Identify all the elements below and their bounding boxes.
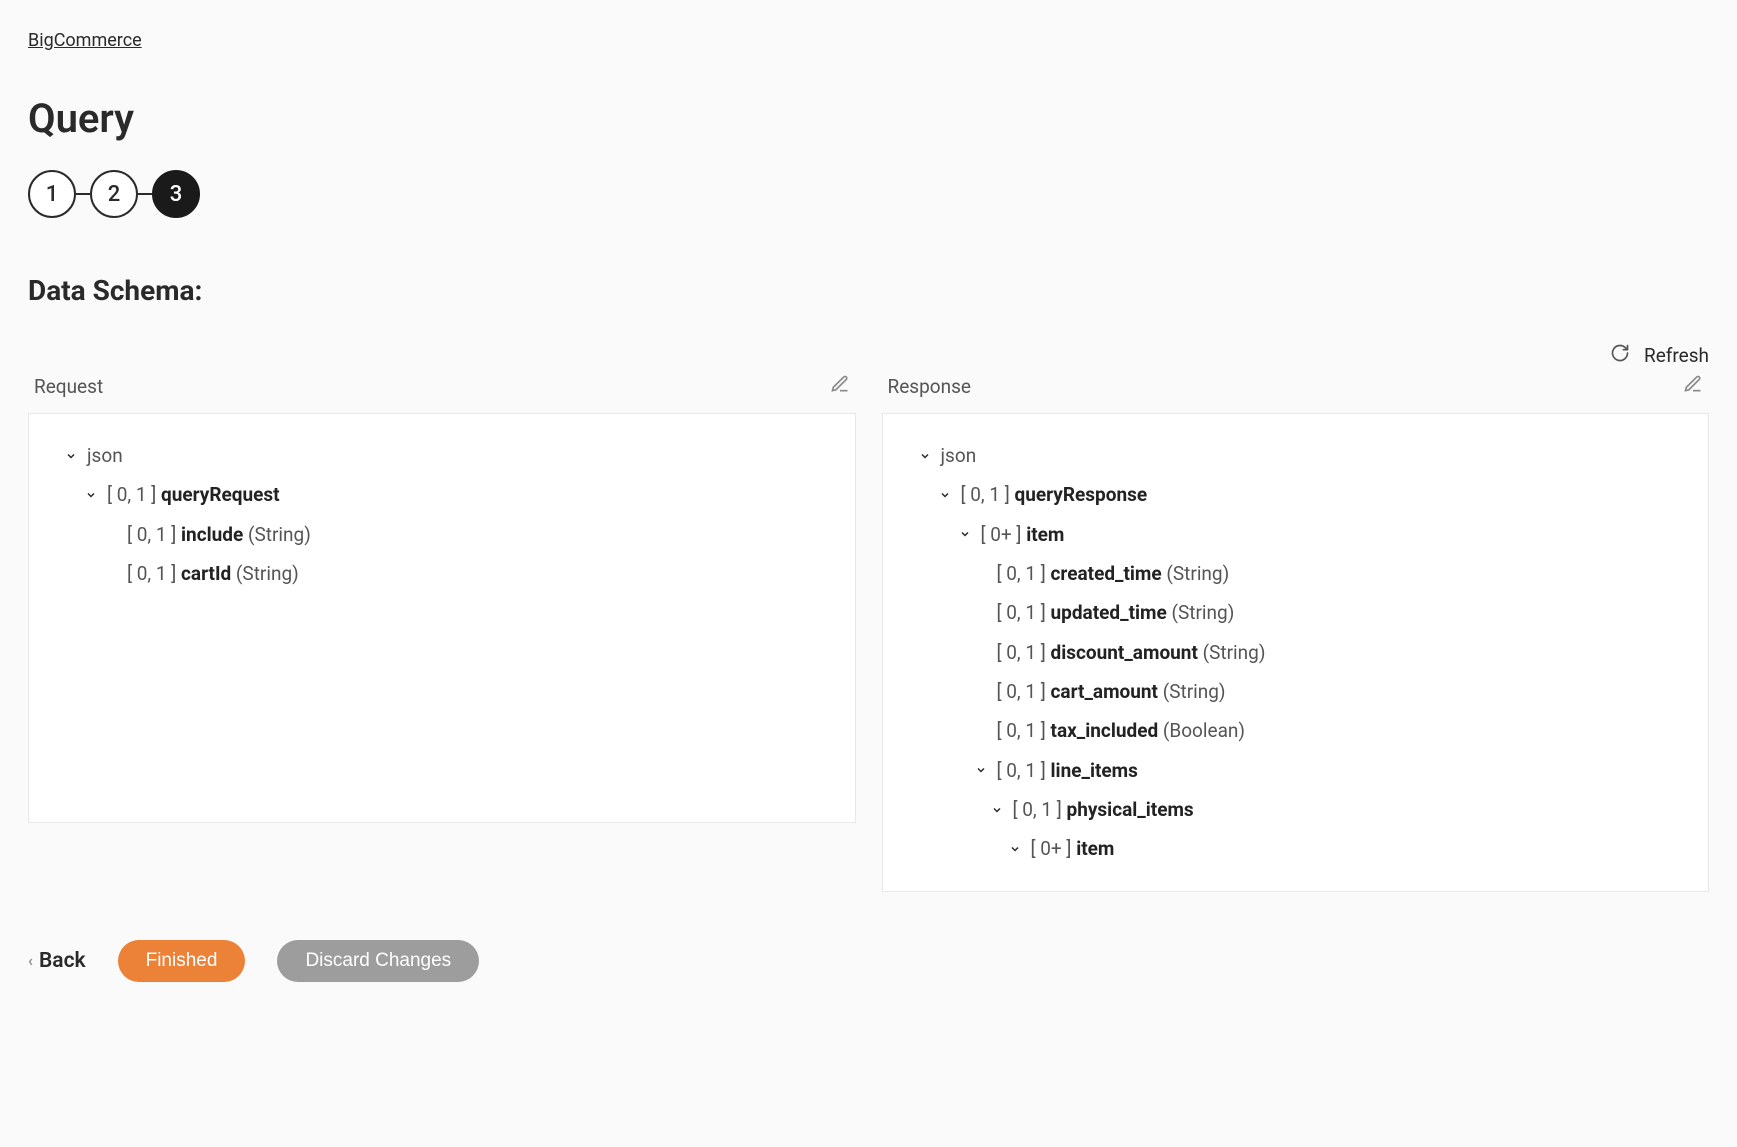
- response-panel: Response json[ 0, 1 ] queryResponse[ 0+ …: [882, 374, 1710, 892]
- request-label: Request: [34, 375, 103, 398]
- step-connector: [138, 193, 152, 195]
- back-button[interactable]: ‹ Back: [28, 949, 86, 973]
- tree-node[interactable]: [ 0, 1 ] line_items: [909, 751, 1683, 790]
- step-1[interactable]: 1: [28, 170, 76, 218]
- tree-node[interactable]: [ 0, 1 ] include (String): [55, 515, 829, 554]
- finished-button[interactable]: Finished: [118, 940, 246, 982]
- step-2[interactable]: 2: [90, 170, 138, 218]
- tree-node[interactable]: [ 0, 1 ] queryRequest: [55, 475, 829, 514]
- edit-request-icon[interactable]: [830, 374, 850, 399]
- discard-button[interactable]: Discard Changes: [277, 940, 479, 982]
- chevron-down-icon[interactable]: [917, 450, 933, 462]
- tree-node[interactable]: [ 0+ ] item: [909, 515, 1683, 554]
- chevron-down-icon[interactable]: [957, 528, 973, 540]
- step-3[interactable]: 3: [152, 170, 200, 218]
- tree-node[interactable]: json: [909, 436, 1683, 475]
- tree-node[interactable]: [ 0, 1 ] created_time (String): [909, 554, 1683, 593]
- request-panel: Request json[ 0, 1 ] queryRequest[ 0, 1 …: [28, 374, 856, 823]
- response-label: Response: [888, 375, 971, 398]
- page-title: Query: [28, 95, 1709, 142]
- edit-response-icon[interactable]: [1683, 374, 1703, 399]
- tree-node[interactable]: [ 0, 1 ] discount_amount (String): [909, 633, 1683, 672]
- response-card: json[ 0, 1 ] queryResponse[ 0+ ] item[ 0…: [882, 413, 1710, 892]
- refresh-icon: [1610, 343, 1630, 368]
- tree-node[interactable]: [ 0, 1 ] tax_included (Boolean): [909, 711, 1683, 750]
- request-card: json[ 0, 1 ] queryRequest[ 0, 1 ] includ…: [28, 413, 856, 823]
- chevron-down-icon[interactable]: [63, 450, 79, 462]
- section-title: Data Schema:: [28, 274, 1709, 307]
- step-connector: [76, 193, 90, 195]
- refresh-button[interactable]: Refresh: [28, 343, 1709, 368]
- chevron-down-icon[interactable]: [83, 489, 99, 501]
- chevron-down-icon[interactable]: [989, 804, 1005, 816]
- refresh-label: Refresh: [1644, 344, 1709, 367]
- tree-node[interactable]: json: [55, 436, 829, 475]
- stepper: 1 2 3: [28, 170, 1709, 218]
- back-label: Back: [39, 949, 86, 973]
- breadcrumb-bigcommerce[interactable]: BigCommerce: [28, 30, 142, 51]
- chevron-down-icon[interactable]: [937, 489, 953, 501]
- tree-node[interactable]: [ 0, 1 ] cart_amount (String): [909, 672, 1683, 711]
- chevron-left-icon: ‹: [28, 951, 33, 970]
- tree-node[interactable]: [ 0, 1 ] physical_items: [909, 790, 1683, 829]
- chevron-down-icon[interactable]: [1007, 843, 1023, 855]
- tree-node[interactable]: [ 0+ ] item: [909, 829, 1683, 868]
- chevron-down-icon[interactable]: [973, 764, 989, 776]
- tree-node[interactable]: [ 0, 1 ] updated_time (String): [909, 593, 1683, 632]
- tree-node[interactable]: [ 0, 1 ] cartId (String): [55, 554, 829, 593]
- tree-node[interactable]: [ 0, 1 ] queryResponse: [909, 475, 1683, 514]
